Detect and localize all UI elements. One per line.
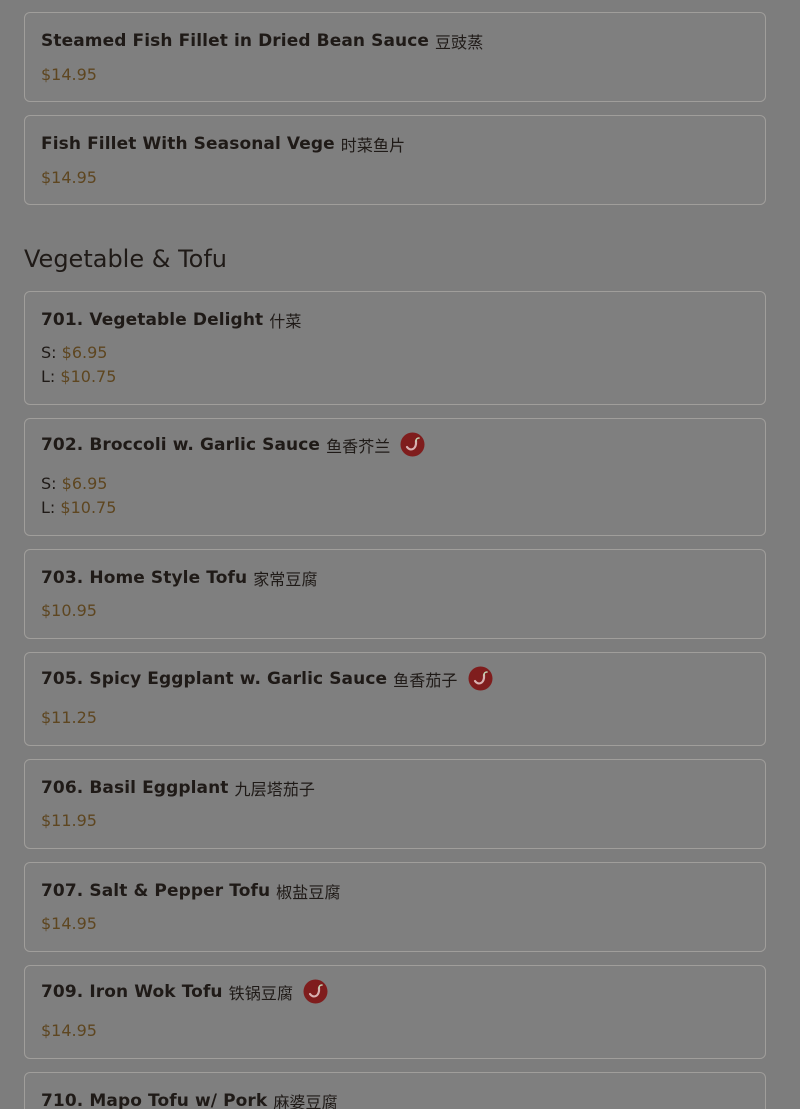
large-price: $10.75 xyxy=(60,498,117,517)
menu-item-card[interactable]: 703. Home Style Tofu 家常豆腐 $10.95 xyxy=(24,549,766,639)
menu-item-card[interactable]: 710. Mapo Tofu w/ Pork 麻婆豆腐 xyxy=(24,1072,766,1109)
item-name: 710. Mapo Tofu w/ Pork 麻婆豆腐 xyxy=(41,1089,338,1109)
spicy-chili-icon xyxy=(400,432,425,457)
small-price-line: S: $6.95 xyxy=(41,343,107,362)
spicy-chili-icon xyxy=(303,979,328,1004)
large-price-line: L: $10.75 xyxy=(41,498,116,517)
item-chinese-name: 麻婆豆腐 xyxy=(273,1093,338,1109)
small-price: $6.95 xyxy=(61,343,108,362)
item-name-text: Steamed Fish Fillet in Dried Bean Sauce xyxy=(41,31,430,51)
item-chinese-name: 什菜 xyxy=(269,312,302,331)
item-name: 702. Broccoli w. Garlic Sauce 鱼香芥兰 xyxy=(41,432,425,457)
size-label-large: L: xyxy=(41,367,56,386)
item-name-text: 707. Salt & Pepper Tofu xyxy=(41,881,271,901)
item-chinese-name: 九层塔茄子 xyxy=(234,780,316,799)
size-label-large: L: xyxy=(41,498,56,517)
menu-item-card[interactable]: 701. Vegetable Delight 什菜 S: $6.95 L: $1… xyxy=(24,291,766,405)
menu-item-card[interactable]: 709. Iron Wok Tofu 铁锅豆腐 $14.95 xyxy=(24,965,766,1059)
menu-item-card[interactable]: 705. Spicy Eggplant w. Garlic Sauce 鱼香茄子… xyxy=(24,652,766,746)
size-label-small: S: xyxy=(41,343,57,362)
item-price: $14.95 xyxy=(41,65,97,84)
menu-item-card[interactable]: 706. Basil Eggplant 九层塔茄子 $11.95 xyxy=(24,759,766,849)
item-name: 701. Vegetable Delight 什菜 xyxy=(41,308,301,332)
menu-item-card[interactable]: Steamed Fish Fillet in Dried Bean Sauce … xyxy=(24,12,766,102)
item-price: $14.95 xyxy=(41,168,97,187)
item-name-text: Fish Fillet With Seasonal Vege xyxy=(41,134,335,154)
item-name: 703. Home Style Tofu 家常豆腐 xyxy=(41,566,318,590)
item-name-text: 703. Home Style Tofu xyxy=(41,568,248,588)
section-title: Vegetable & Tofu xyxy=(24,245,228,273)
item-price: $14.95 xyxy=(41,914,97,933)
item-name-text: 706. Basil Eggplant xyxy=(41,778,229,798)
item-chinese-name: 豆豉蒸 xyxy=(435,33,484,52)
item-price: $11.25 xyxy=(41,708,97,727)
item-name: Steamed Fish Fillet in Dried Bean Sauce … xyxy=(41,29,483,53)
item-price: $10.95 xyxy=(41,601,97,620)
spicy-chili-icon xyxy=(468,666,493,691)
item-name-text: 705. Spicy Eggplant w. Garlic Sauce xyxy=(41,668,388,689)
menu-item-card[interactable]: 702. Broccoli w. Garlic Sauce 鱼香芥兰 S: $6… xyxy=(24,418,766,536)
small-price: $6.95 xyxy=(61,474,108,493)
item-name: 705. Spicy Eggplant w. Garlic Sauce 鱼香茄子 xyxy=(41,666,493,691)
item-name-text: 710. Mapo Tofu w/ Pork xyxy=(41,1091,268,1109)
menu-item-card[interactable]: 707. Salt & Pepper Tofu 椒盐豆腐 $14.95 xyxy=(24,862,766,952)
item-chinese-name: 椒盐豆腐 xyxy=(276,883,341,902)
item-chinese-name: 时菜鱼片 xyxy=(340,136,406,155)
item-chinese-name: 铁锅豆腐 xyxy=(228,983,294,1003)
item-name: 706. Basil Eggplant 九层塔茄子 xyxy=(41,776,315,800)
item-name-text: 709. Iron Wok Tofu xyxy=(41,981,223,1002)
item-name: 707. Salt & Pepper Tofu 椒盐豆腐 xyxy=(41,879,341,903)
small-price-line: S: $6.95 xyxy=(41,474,107,493)
item-chinese-name: 家常豆腐 xyxy=(253,570,318,589)
item-name-text: 702. Broccoli w. Garlic Sauce xyxy=(41,434,321,455)
menu-item-card[interactable]: Fish Fillet With Seasonal Vege 时菜鱼片 $14.… xyxy=(24,115,766,205)
size-label-small: S: xyxy=(41,474,57,493)
item-price: $11.95 xyxy=(41,811,97,830)
item-chinese-name: 鱼香芥兰 xyxy=(326,436,391,456)
item-name-text: 701. Vegetable Delight xyxy=(41,310,264,330)
item-name: 709. Iron Wok Tofu 铁锅豆腐 xyxy=(41,979,328,1004)
item-name: Fish Fillet With Seasonal Vege 时菜鱼片 xyxy=(41,132,405,156)
item-chinese-name: 鱼香茄子 xyxy=(393,670,458,690)
large-price-line: L: $10.75 xyxy=(41,367,116,386)
item-price: $14.95 xyxy=(41,1021,97,1040)
menu-page: Steamed Fish Fillet in Dried Bean Sauce … xyxy=(0,0,800,1109)
large-price: $10.75 xyxy=(60,367,117,386)
